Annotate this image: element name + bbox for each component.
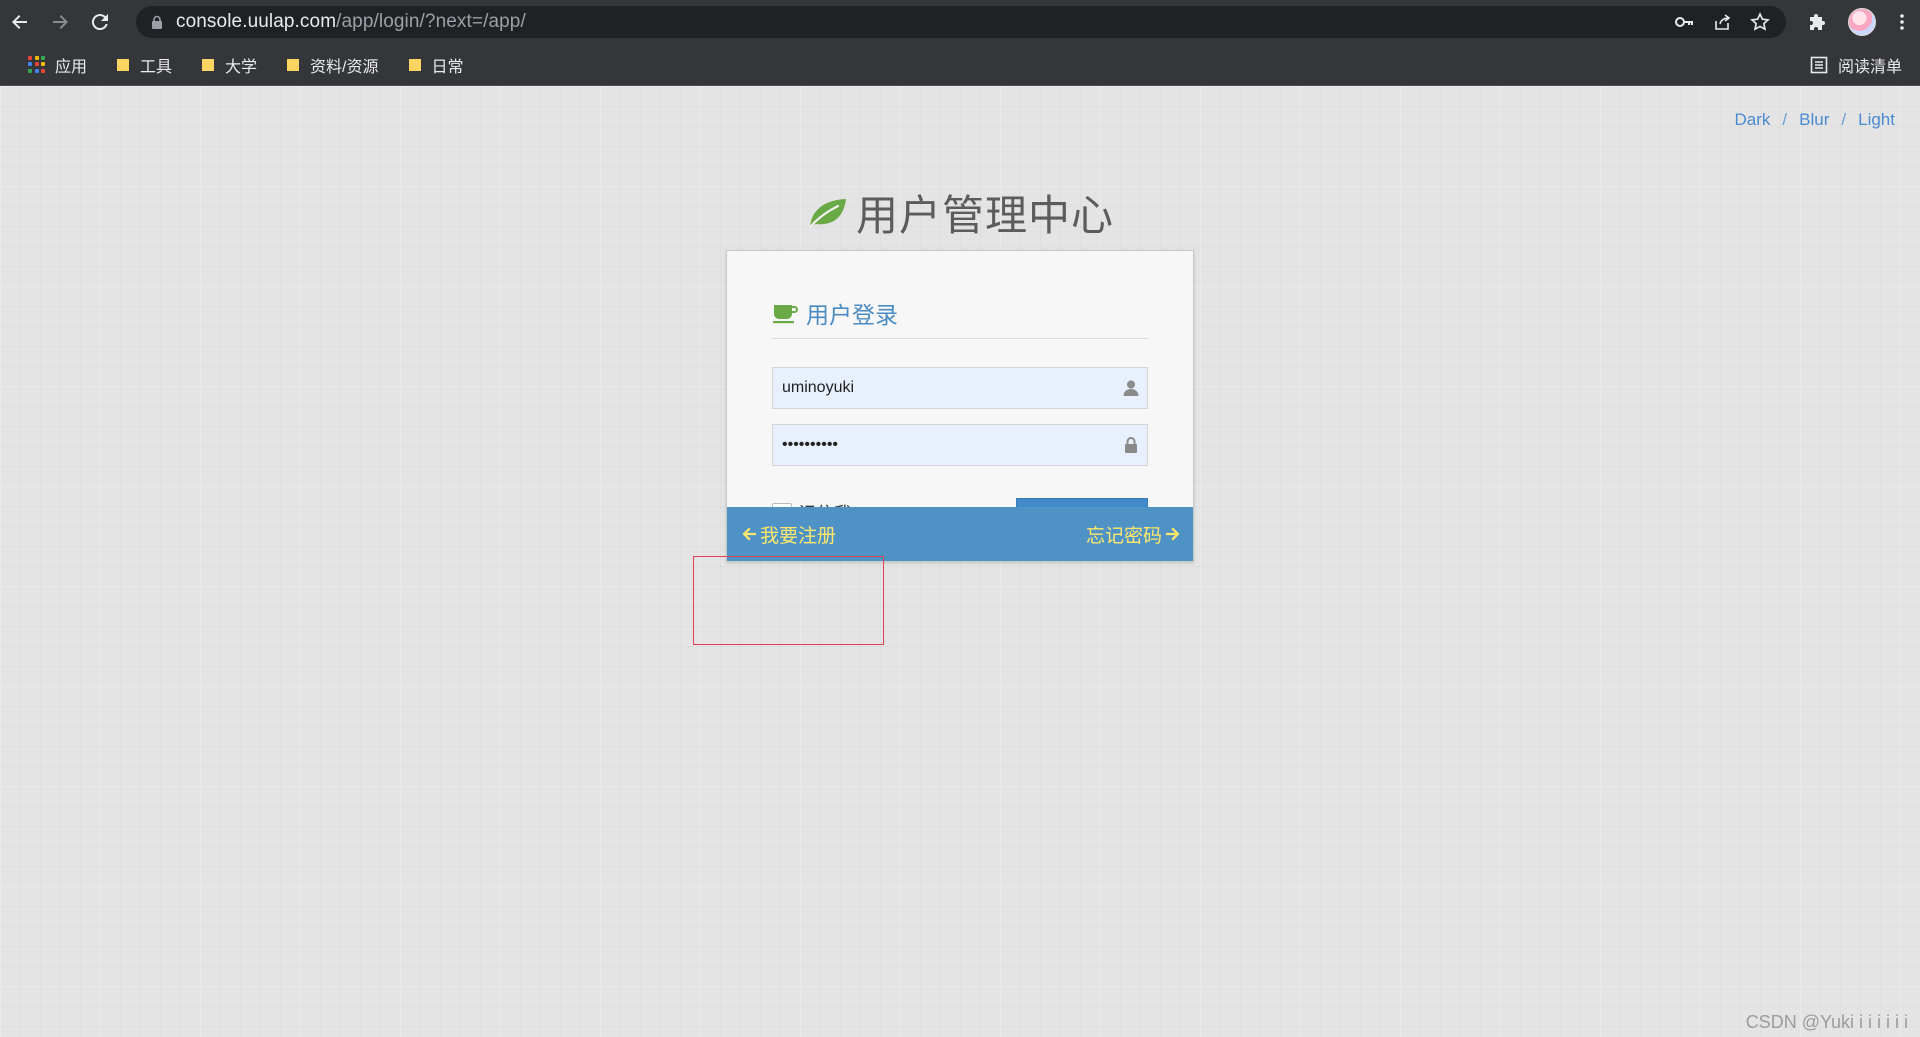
user-icon: [1123, 380, 1139, 396]
bookmark-folder-resources[interactable]: 资料/资源: [275, 50, 388, 80]
url-text: console.uulap.com/app/login/?next=/app/: [176, 11, 526, 33]
theme-blur-link[interactable]: Blur: [1799, 110, 1829, 130]
reload-button[interactable]: [80, 0, 120, 44]
folder-icon: [408, 58, 421, 71]
folder-icon: [117, 58, 130, 71]
arrow-left-icon: [742, 527, 756, 541]
reading-list-label: 阅读清单: [1837, 59, 1902, 76]
bookmark-label: 日常: [431, 58, 464, 76]
arrow-right-icon: [53, 15, 68, 29]
browser-toolbar: console.uulap.com/app/login/?next=/app/: [0, 0, 1920, 44]
annotation-highlight-box: [693, 556, 884, 645]
star-icon[interactable]: [1750, 12, 1770, 32]
extensions-button[interactable]: [1796, 0, 1840, 44]
username-input[interactable]: [773, 368, 1147, 408]
theme-dark-link[interactable]: Dark: [1735, 110, 1771, 130]
browser-menu-button[interactable]: [1884, 0, 1920, 44]
url-host: console.uulap.com: [176, 11, 337, 32]
profile-avatar[interactable]: [1848, 8, 1876, 36]
theme-switcher: Dark / Blur / Light: [1735, 110, 1895, 130]
register-link[interactable]: 我要注册: [741, 521, 836, 548]
bookmark-folder-university[interactable]: 大学: [190, 50, 267, 80]
reload-icon: [91, 14, 108, 31]
separator: /: [1782, 110, 1788, 129]
bookmark-label: 应用: [55, 58, 88, 76]
bookmark-label: 资料/资源: [310, 58, 379, 76]
bookmarks-bar: 应用 工具 大学 资料/资源 日常 阅读清单: [0, 44, 1920, 86]
login-heading: 用户登录: [772, 297, 1148, 339]
separator: /: [1841, 110, 1847, 129]
bookmark-label: 工具: [140, 58, 173, 76]
bookmark-apps[interactable]: 应用: [18, 50, 97, 80]
coffee-cup-icon: [773, 304, 798, 323]
arrow-left-icon: [12, 15, 27, 29]
theme-light-link[interactable]: Light: [1858, 110, 1895, 130]
bookmark-label: 大学: [225, 58, 258, 76]
login-panel: 用户登录 记住我: [726, 250, 1194, 562]
forgot-password-link[interactable]: 忘记密码: [1086, 521, 1181, 548]
page-viewport: Dark / Blur / Light 用户管理中心 用户登录 uminoyuk…: [0, 86, 1920, 1037]
register-link-text: 我要注册: [760, 525, 837, 547]
bookmark-folder-daily[interactable]: 日常: [397, 50, 474, 80]
login-heading-text: 用户登录: [806, 301, 898, 328]
brand-header: 用户管理中心: [0, 182, 1920, 243]
watermark: CSDN @Yuki i i i i i i: [1745, 1012, 1908, 1032]
password-input[interactable]: [773, 425, 1147, 465]
url-path: /app/login/?next=/app/: [336, 11, 526, 32]
share-icon[interactable]: [1712, 12, 1732, 32]
password-field: [772, 424, 1148, 466]
bookmark-folder-tools[interactable]: 工具: [105, 50, 182, 80]
apps-grid-icon: [28, 55, 46, 74]
forward-button[interactable]: [40, 0, 80, 44]
login-footer: 我要注册 忘记密码: [727, 507, 1193, 561]
back-button[interactable]: [0, 0, 40, 44]
leaf-icon: [808, 198, 846, 228]
folder-icon: [287, 58, 300, 71]
folder-icon: [202, 58, 215, 71]
arrow-right-icon: [1166, 527, 1180, 541]
forgot-password-text: 忘记密码: [1085, 525, 1162, 547]
reading-list-icon: [1810, 56, 1828, 74]
lock-icon: [152, 15, 162, 29]
more-vert-icon: [1900, 14, 1904, 30]
username-field: [772, 367, 1148, 409]
lock-icon: [1125, 437, 1137, 453]
page-title: 用户管理中心: [855, 192, 1114, 239]
address-bar[interactable]: console.uulap.com/app/login/?next=/app/: [136, 6, 1786, 38]
reading-list-button[interactable]: 阅读清单: [1810, 44, 1902, 86]
key-icon[interactable]: [1674, 12, 1694, 32]
puzzle-icon: [1810, 14, 1825, 30]
